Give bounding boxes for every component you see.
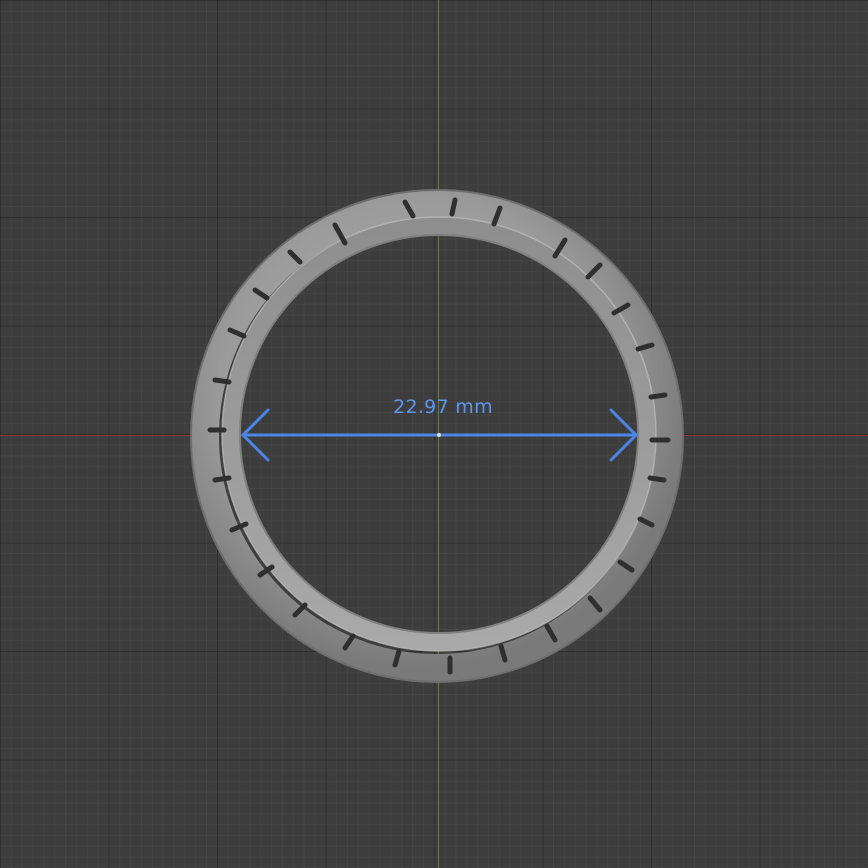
- origin-point: [437, 433, 441, 437]
- ring-model[interactable]: [0, 0, 868, 868]
- 3d-viewport[interactable]: 22.97 mm: [0, 0, 868, 868]
- measurement-label: 22.97 mm: [393, 396, 493, 418]
